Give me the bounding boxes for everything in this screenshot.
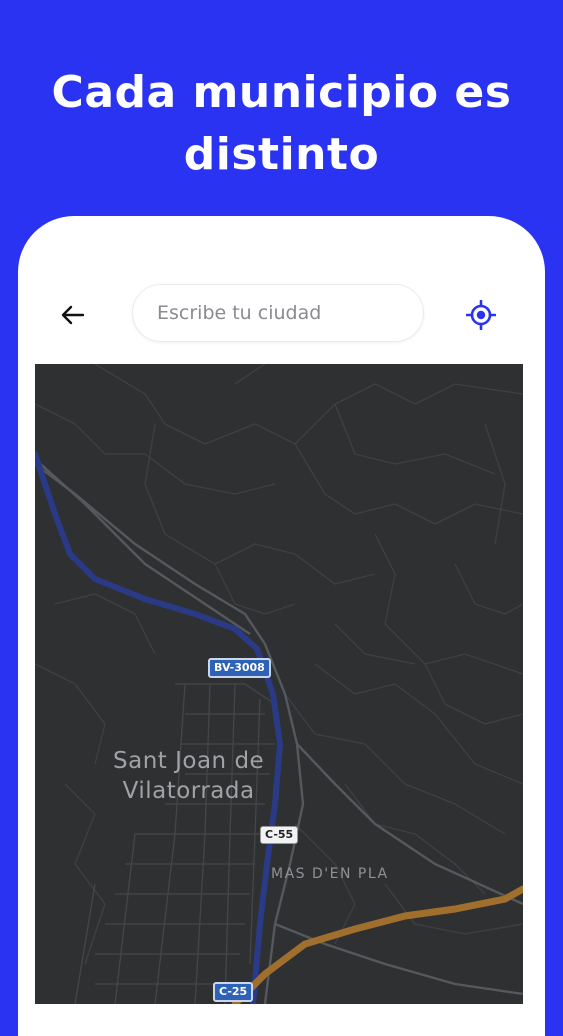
headline-line-1: Cada municipio es bbox=[51, 67, 512, 118]
town-label-line-1: Sant Joan de bbox=[113, 748, 265, 774]
road-shield-c-55: C-55 bbox=[260, 826, 299, 844]
map-canvas bbox=[35, 364, 523, 1004]
town-label-line-2: Vilatorrada bbox=[122, 778, 255, 804]
road-shield-bv-3008: BV-3008 bbox=[208, 658, 271, 678]
map-view[interactable]: Sant Joan de Vilatorrada MAS D'EN PLA BV… bbox=[35, 364, 523, 1004]
phone-frame: Sant Joan de Vilatorrada MAS D'EN PLA BV… bbox=[18, 216, 545, 1036]
arrow-left-icon bbox=[61, 305, 85, 325]
area-label: MAS D'EN PLA bbox=[271, 866, 389, 882]
locate-button[interactable] bbox=[464, 298, 498, 332]
city-search-input[interactable] bbox=[132, 284, 424, 342]
back-button[interactable] bbox=[58, 300, 88, 330]
headline-line-2: distinto bbox=[183, 129, 380, 180]
crosshair-location-icon bbox=[466, 300, 496, 330]
town-label: Sant Joan de Vilatorrada bbox=[113, 746, 264, 806]
headline: Cada municipio es distinto bbox=[0, 62, 563, 186]
road-shield-c-25: C-25 bbox=[213, 982, 254, 1002]
